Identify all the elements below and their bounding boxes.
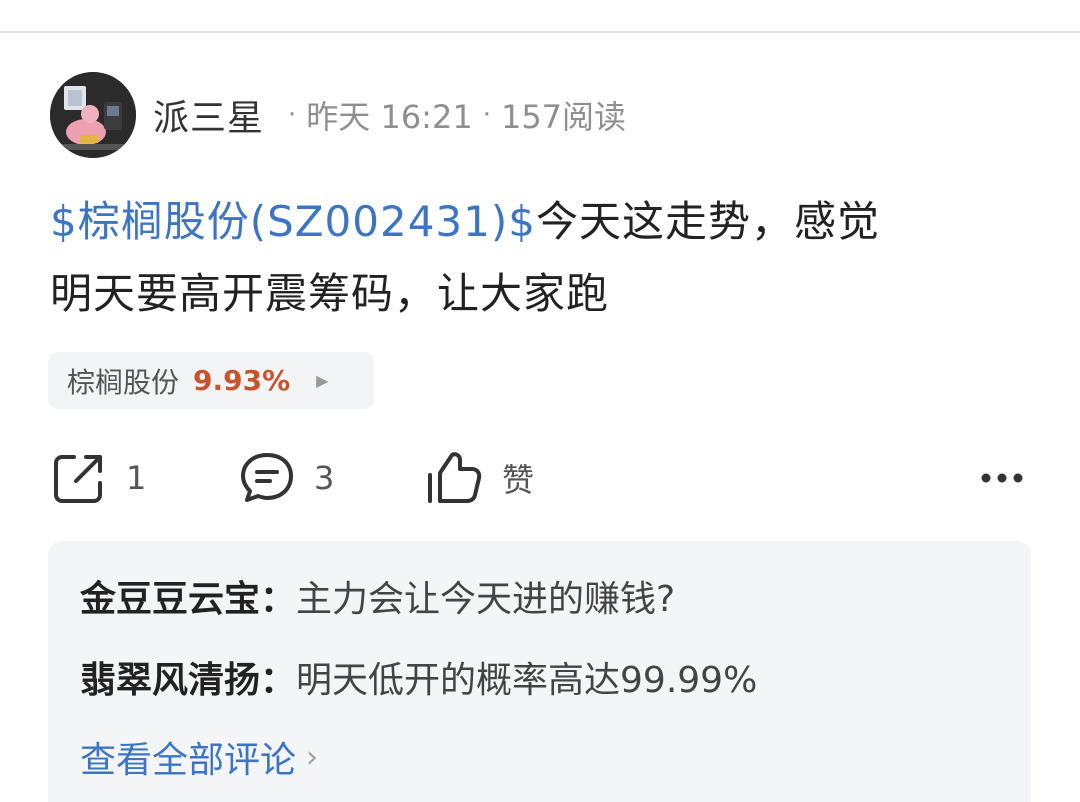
post-text-line1: 今天这走势，感觉 [535,197,880,246]
post-body: $棕榈股份(SZ002431)$今天这走势，感觉 明天要高开震筹码，让大家跑 [50,186,1040,330]
like-label: 赞 [502,461,535,499]
view-all-comments-link[interactable]: 查看全部评论 › [80,731,318,783]
meta-separator: · [288,100,297,130]
stock-chip-name: 棕榈股份 [67,365,180,399]
share-icon [54,455,102,503]
view-all-label: 查看全部评论 [80,740,297,781]
stock-link[interactable]: $棕榈股份(SZ002431)$ [50,197,536,246]
comment-text: 主力会让今天进的赚钱? [296,579,676,620]
post-text-line2: 明天要高开震筹码，让大家跑 [50,269,610,318]
author-name[interactable]: 派三星 [153,89,264,141]
top-divider [0,31,1080,33]
comment-icon [241,453,293,502]
comment-item[interactable]: 金豆豆云宝：主力会让今天进的赚钱? [80,570,675,622]
more-icon[interactable] [980,472,1024,484]
share-count: 1 [126,459,147,497]
comment-author[interactable]: 金豆豆云宝： [80,579,296,620]
stock-chip[interactable]: 棕榈股份 9.93% ▶ [48,352,374,409]
avatar[interactable] [50,72,136,158]
post-header: 派三星 · 昨天 16:21 · 157阅读 [50,70,626,160]
chevron-right-icon: › [306,739,319,775]
stock-chip-change: 9.93% [193,364,291,397]
comments-preview: 金豆豆云宝：主力会让今天进的赚钱? 翡翠风清扬：明天低开的概率高达99.99% … [48,541,1031,802]
comment-count: 3 [314,459,335,497]
post-meta: · 昨天 16:21 · 157阅读 [278,92,626,138]
thumbs-up-icon [428,452,482,503]
post-time: 昨天 16:21 [306,98,473,136]
play-arrow-icon: ▶ [316,371,329,390]
comment-author[interactable]: 翡翠风清扬： [80,660,296,701]
comment-text: 明天低开的概率高达99.99% [296,660,758,701]
read-count: 157阅读 [500,98,627,136]
meta-separator: · [482,100,491,130]
comment-item[interactable]: 翡翠风清扬：明天低开的概率高达99.99% [80,651,757,703]
action-bar: 1 3 赞 [50,446,1030,510]
share-button[interactable]: 1 [50,446,146,510]
comment-button[interactable]: 3 [238,446,334,510]
like-button[interactable]: 赞 [424,446,534,510]
